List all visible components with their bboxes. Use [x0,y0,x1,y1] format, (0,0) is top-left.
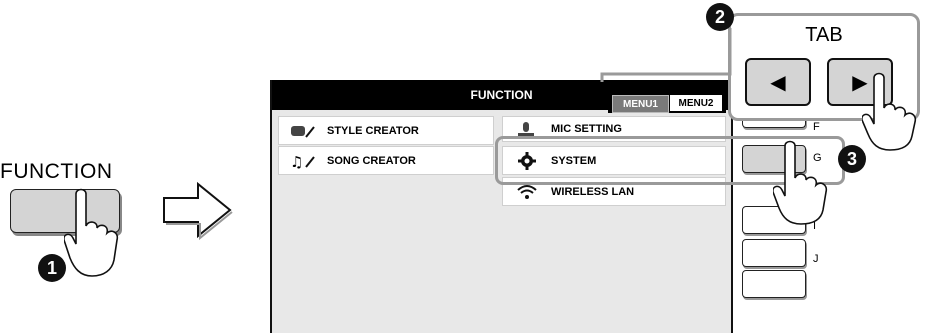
menu-tabs: MENU1 MENU2 [608,91,726,113]
menu-item-label: STYLE CREATOR [327,124,419,137]
menu-item-label: SONG CREATOR [327,154,416,167]
side-button-i[interactable] [742,239,806,267]
menu-item-song-creator[interactable]: ♫ SONG CREATOR [278,146,494,175]
side-button-j[interactable] [742,270,806,298]
function-screen: FUNCTION MENU1 MENU2 STYLE CREATOR ♫ SON… [270,80,733,333]
side-label-f: F [813,121,820,133]
tab-connector [600,28,732,82]
step-2-badge: 2 [706,3,734,31]
song-creator-icon: ♫ [289,152,317,170]
svg-text:♫: ♫ [290,153,303,169]
side-label-j: J [813,253,819,265]
tab-menu1[interactable]: MENU1 [612,95,669,113]
tab-label: TAB [805,24,843,46]
tab-left-button[interactable]: ◀ [745,58,811,106]
arrow-left-icon: ◀ [770,71,786,94]
pointing-hand-icon [862,72,917,151]
tab-menu2[interactable]: MENU2 [670,95,722,111]
menu-item-style-creator[interactable]: STYLE CREATOR [278,116,494,145]
menu-item-label: WIRELESS LAN [551,185,635,198]
function-button-label: FUNCTION [0,160,113,183]
screen-header: FUNCTION MENU1 MENU2 [272,80,731,113]
wifi-icon [513,183,541,201]
arrow-right-icon [163,181,233,241]
pointing-hand-icon [64,188,119,277]
style-creator-icon [289,122,317,140]
menu-item-label: MIC SETTING [551,123,622,135]
pointing-hand-icon [773,140,828,225]
step-1-badge: 1 [38,254,66,282]
